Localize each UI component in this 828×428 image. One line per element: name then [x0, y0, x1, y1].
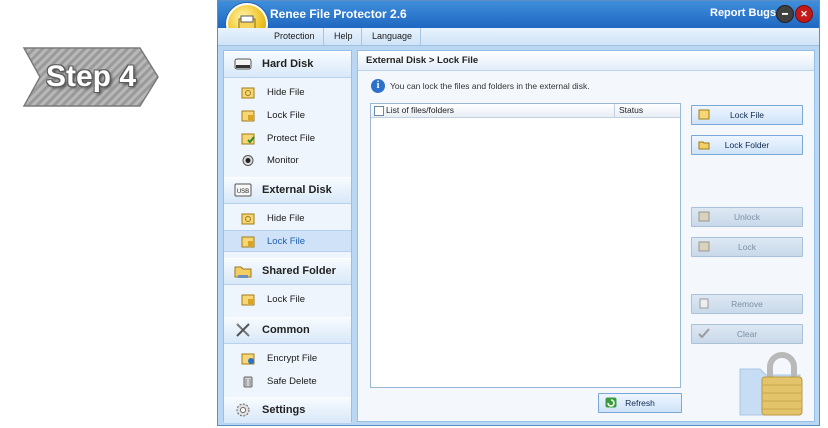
monitor-icon [242, 155, 254, 166]
sidebar-item-label: Monitor [267, 155, 299, 166]
category-label: Common [262, 324, 310, 336]
minimize-button[interactable]: ━ [776, 5, 794, 23]
breadcrumb: External Disk > Lock File [366, 55, 479, 66]
category-common[interactable]: Common [224, 317, 351, 344]
sidebar-item-label: Lock File [267, 110, 306, 121]
hard-disk-icon [234, 58, 252, 70]
hide-file-icon [241, 213, 255, 225]
title-bar: Renee File Protector 2.6 Report Bugs ━ ✕ [218, 1, 819, 28]
lock-file-icon [698, 109, 710, 120]
category-label: Settings [262, 404, 306, 416]
category-external-disk[interactable]: USB External Disk [224, 177, 351, 204]
column-status[interactable]: Status [619, 105, 643, 115]
trash-icon [243, 376, 253, 388]
lock-file-button[interactable]: Lock File [691, 105, 803, 125]
sidebar-item-hard-monitor[interactable]: Monitor [224, 150, 351, 172]
svg-text:USB: USB [237, 189, 249, 195]
sidebar-item-label: Lock File [267, 294, 306, 305]
check-icon [698, 328, 710, 339]
category-shared-folder[interactable]: Shared Folder [224, 258, 351, 285]
refresh-button[interactable]: Refresh [598, 393, 682, 413]
gear-icon [236, 403, 250, 417]
category-settings[interactable]: Settings [224, 397, 351, 424]
sidebar-item-shared-lock-file[interactable]: Lock File [224, 289, 351, 311]
sidebar-item-safe-delete[interactable]: Safe Delete [224, 371, 351, 393]
sidebar-item-ext-hide-file[interactable]: Hide File [224, 208, 351, 230]
sidebar: Hard Disk Hide File Lock File Protect Fi… [223, 50, 352, 424]
shared-folder-icon [234, 266, 252, 278]
app-window: Renee File Protector 2.6 Report Bugs ━ ✕… [217, 0, 820, 426]
remove-icon [699, 298, 709, 309]
sidebar-item-label: Protect File [267, 133, 316, 144]
step-badge: Step 4 [22, 46, 160, 108]
sidebar-item-hard-hide-file[interactable]: Hide File [224, 82, 351, 104]
step-label: Step 4 [45, 60, 137, 93]
padlock-folder-icon [739, 352, 803, 416]
refresh-icon [605, 397, 617, 408]
lock-file-icon [241, 236, 255, 248]
hide-file-icon [241, 87, 255, 99]
menu-bar: Protection Help Language [218, 28, 819, 46]
sidebar-item-label: Encrypt File [267, 353, 318, 364]
lock-button-label: Lock [738, 242, 756, 252]
file-list[interactable]: List of files/folders Status [370, 103, 681, 388]
sidebar-item-label: Hide File [267, 213, 305, 224]
sidebar-item-label: Safe Delete [267, 376, 317, 387]
category-label: External Disk [262, 184, 332, 196]
lock-file-button-label: Lock File [729, 110, 764, 120]
lock-icon [698, 241, 710, 252]
menu-language[interactable]: Language [364, 28, 422, 45]
category-label: Shared Folder [262, 265, 336, 277]
menu-protection[interactable]: Protection [266, 28, 324, 45]
main-panel: External Disk > Lock File i You can lock… [357, 50, 815, 422]
unlock-button-label: Unlock [734, 212, 760, 222]
info-text: You can lock the files and folders in th… [390, 81, 590, 91]
remove-button-label: Remove [731, 299, 763, 309]
main-header: External Disk > Lock File [358, 51, 814, 71]
report-bugs-link[interactable]: Report Bugs [710, 7, 776, 19]
encrypt-file-icon [241, 353, 255, 365]
sidebar-item-encrypt-file[interactable]: Encrypt File [224, 348, 351, 370]
clear-button-label: Clear [736, 329, 758, 339]
menu-help[interactable]: Help [326, 28, 362, 45]
select-all-checkbox[interactable] [374, 106, 384, 116]
lock-file-icon [241, 294, 255, 306]
usb-icon: USB [234, 183, 252, 197]
unlock-button[interactable]: Unlock [691, 207, 803, 227]
info-icon: i [371, 79, 385, 93]
protect-file-icon [241, 133, 255, 145]
column-files-folders[interactable]: List of files/folders [386, 105, 454, 115]
clear-button[interactable]: Clear [691, 324, 803, 344]
sidebar-item-label: Hide File [267, 87, 305, 98]
remove-button[interactable]: Remove [691, 294, 803, 314]
list-header: List of files/folders Status [371, 104, 680, 118]
sidebar-item-hard-lock-file[interactable]: Lock File [224, 105, 351, 127]
lock-file-icon [241, 110, 255, 122]
refresh-button-label: Refresh [625, 398, 655, 408]
app-title: Renee File Protector 2.6 [270, 7, 407, 21]
category-hard-disk[interactable]: Hard Disk [224, 51, 351, 78]
lock-folder-button-label: Lock Folder [724, 140, 770, 150]
lock-folder-button[interactable]: Lock Folder [691, 135, 803, 155]
tools-icon [236, 323, 250, 337]
sidebar-item-hard-protect-file[interactable]: Protect File [224, 128, 351, 150]
sidebar-item-ext-lock-file[interactable]: Lock File [224, 230, 351, 252]
category-label: Hard Disk [262, 58, 314, 70]
close-button[interactable]: ✕ [795, 5, 813, 23]
folder-icon [698, 141, 710, 150]
sidebar-item-label: Lock File [267, 236, 306, 247]
lock-button[interactable]: Lock [691, 237, 803, 257]
unlock-icon [698, 211, 710, 222]
column-divider [614, 104, 615, 117]
